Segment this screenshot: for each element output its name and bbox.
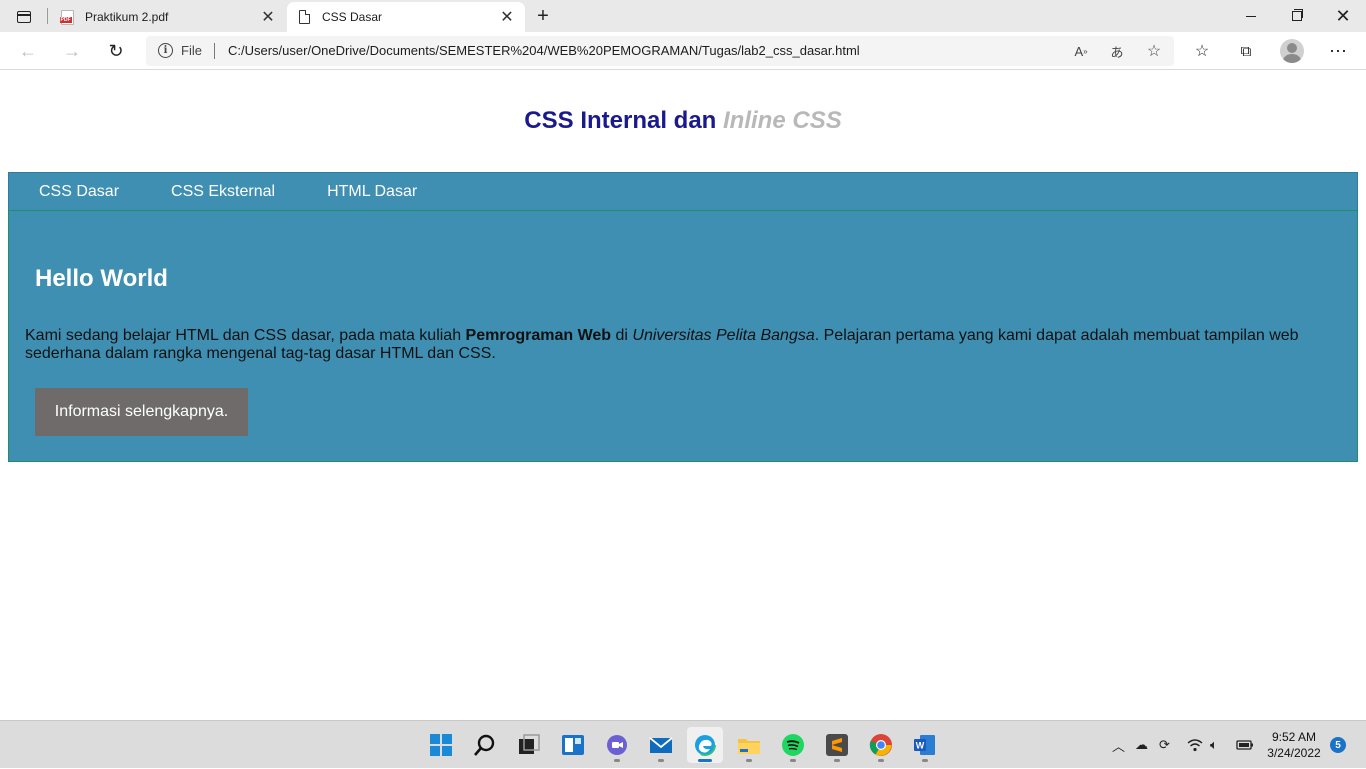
running-indicator (790, 759, 796, 762)
content-box: Hello World Kami sedang belajar HTML dan… (8, 210, 1358, 462)
running-indicator (658, 759, 664, 762)
close-tab-icon[interactable]: ✕ (258, 7, 278, 27)
running-indicator (922, 759, 928, 762)
refresh-icon[interactable]: ↻ (102, 37, 130, 65)
page-title: CSS Internal dan Inline CSS (0, 107, 1366, 135)
page-title-inline: Inline CSS (723, 107, 842, 134)
chrome-icon[interactable] (863, 727, 899, 763)
collections-icon[interactable]: ⧉ (1232, 37, 1260, 65)
paragraph-text: Kami sedang belajar HTML dan CSS dasar, … (25, 327, 466, 344)
sync-icon[interactable]: ⟳ (1159, 721, 1170, 769)
show-hidden-icons-icon[interactable]: ︿ (1112, 721, 1125, 769)
close-window-button[interactable]: ✕ (1320, 0, 1366, 32)
edge-icon[interactable] (687, 727, 723, 763)
running-indicator (834, 759, 840, 762)
running-indicator (878, 759, 884, 762)
new-tab-icon[interactable]: + (531, 5, 555, 27)
site-info-icon[interactable]: i (158, 43, 173, 58)
paragraph-bold: Pemrograman Web (465, 327, 612, 344)
onedrive-icon[interactable]: ☁ (1135, 721, 1148, 769)
add-favorite-icon[interactable]: ☆ (1143, 40, 1165, 62)
paragraph-italic: Universitas Pelita Bangsa (632, 327, 815, 344)
clock-date: 3/24/2022 (1267, 746, 1321, 760)
browser-tab-strip: Praktikum 2.pdf ✕ CSS Dasar ✕ + ✕ (0, 0, 1366, 32)
sublime-text-icon[interactable] (819, 727, 855, 763)
web-page: CSS Internal dan Inline CSS CSS Dasar CS… (0, 71, 1366, 720)
content-heading: Hello World (35, 265, 168, 292)
pdf-icon (59, 9, 75, 25)
clock-time: 9:52 AM (1271, 730, 1317, 744)
file-explorer-icon[interactable] (731, 727, 767, 763)
page-icon (296, 9, 312, 25)
battery-icon[interactable] (1236, 721, 1254, 769)
close-tab-icon[interactable]: ✕ (497, 7, 517, 27)
running-indicator (698, 759, 712, 762)
tab-actions-menu-icon[interactable] (10, 6, 38, 28)
url-text[interactable]: C:/Users/user/OneDrive/Documents/SEMESTE… (228, 43, 860, 58)
tab-praktikum-pdf[interactable]: Praktikum 2.pdf ✕ (50, 2, 286, 32)
tab-title: Praktikum 2.pdf (85, 10, 169, 24)
tab-title: CSS Dasar (322, 10, 383, 24)
address-bar[interactable]: i File C:/Users/user/OneDrive/Documents/… (146, 36, 1174, 66)
page-title-main: CSS Internal dan (524, 107, 717, 134)
more-info-button[interactable]: Informasi selengkapnya. (35, 388, 248, 436)
start-icon[interactable] (423, 727, 459, 763)
forward-arrow-icon[interactable]: → (58, 37, 86, 65)
restore-button[interactable] (1274, 0, 1320, 32)
windows-taskbar: W ︿ ☁ ⟳ 🔈︎ 9:52 AM 3/24/2022 5 (0, 720, 1366, 768)
running-indicator (746, 759, 752, 762)
system-clock[interactable]: 9:52 AM 3/24/2022 (1262, 729, 1326, 761)
url-scheme: File (181, 43, 202, 58)
favorites-icon[interactable]: ☆ (1188, 37, 1216, 65)
svg-text:W: W (916, 741, 925, 751)
search-icon[interactable] (467, 727, 503, 763)
volume-icon[interactable]: 🔈︎ (1210, 721, 1218, 769)
mail-icon[interactable] (643, 727, 679, 763)
paragraph-text: di (611, 327, 633, 344)
wifi-icon[interactable] (1187, 721, 1203, 769)
minimize-button[interactable] (1228, 0, 1274, 32)
more-options-icon[interactable]: ⋯ (1324, 37, 1352, 65)
task-view-icon[interactable] (511, 727, 547, 763)
navigation-bar: CSS Dasar CSS Eksternal HTML Dasar (8, 172, 1358, 211)
address-divider (214, 43, 215, 59)
notification-badge[interactable]: 5 (1330, 737, 1346, 753)
tab-separator (47, 8, 48, 24)
content-paragraph: Kami sedang belajar HTML dan CSS dasar, … (25, 327, 1335, 363)
tab-css-dasar[interactable]: CSS Dasar ✕ (287, 2, 525, 32)
teams-chat-icon[interactable] (599, 727, 635, 763)
running-indicator (614, 759, 620, 762)
word-icon[interactable]: W (907, 727, 943, 763)
widgets-icon[interactable] (555, 727, 591, 763)
spotify-icon[interactable] (775, 727, 811, 763)
nav-link-html-dasar[interactable]: HTML Dasar (297, 183, 439, 201)
nav-link-css-eksternal[interactable]: CSS Eksternal (141, 183, 297, 201)
nav-link-css-dasar[interactable]: CSS Dasar (9, 183, 141, 201)
read-aloud-icon[interactable]: A» (1070, 40, 1092, 62)
profile-avatar[interactable] (1280, 39, 1304, 63)
browser-toolbar: ← → ↻ i File C:/Users/user/OneDrive/Docu… (0, 32, 1366, 70)
back-arrow-icon[interactable]: ← (14, 37, 42, 65)
translate-icon[interactable]: あ (1106, 40, 1128, 62)
